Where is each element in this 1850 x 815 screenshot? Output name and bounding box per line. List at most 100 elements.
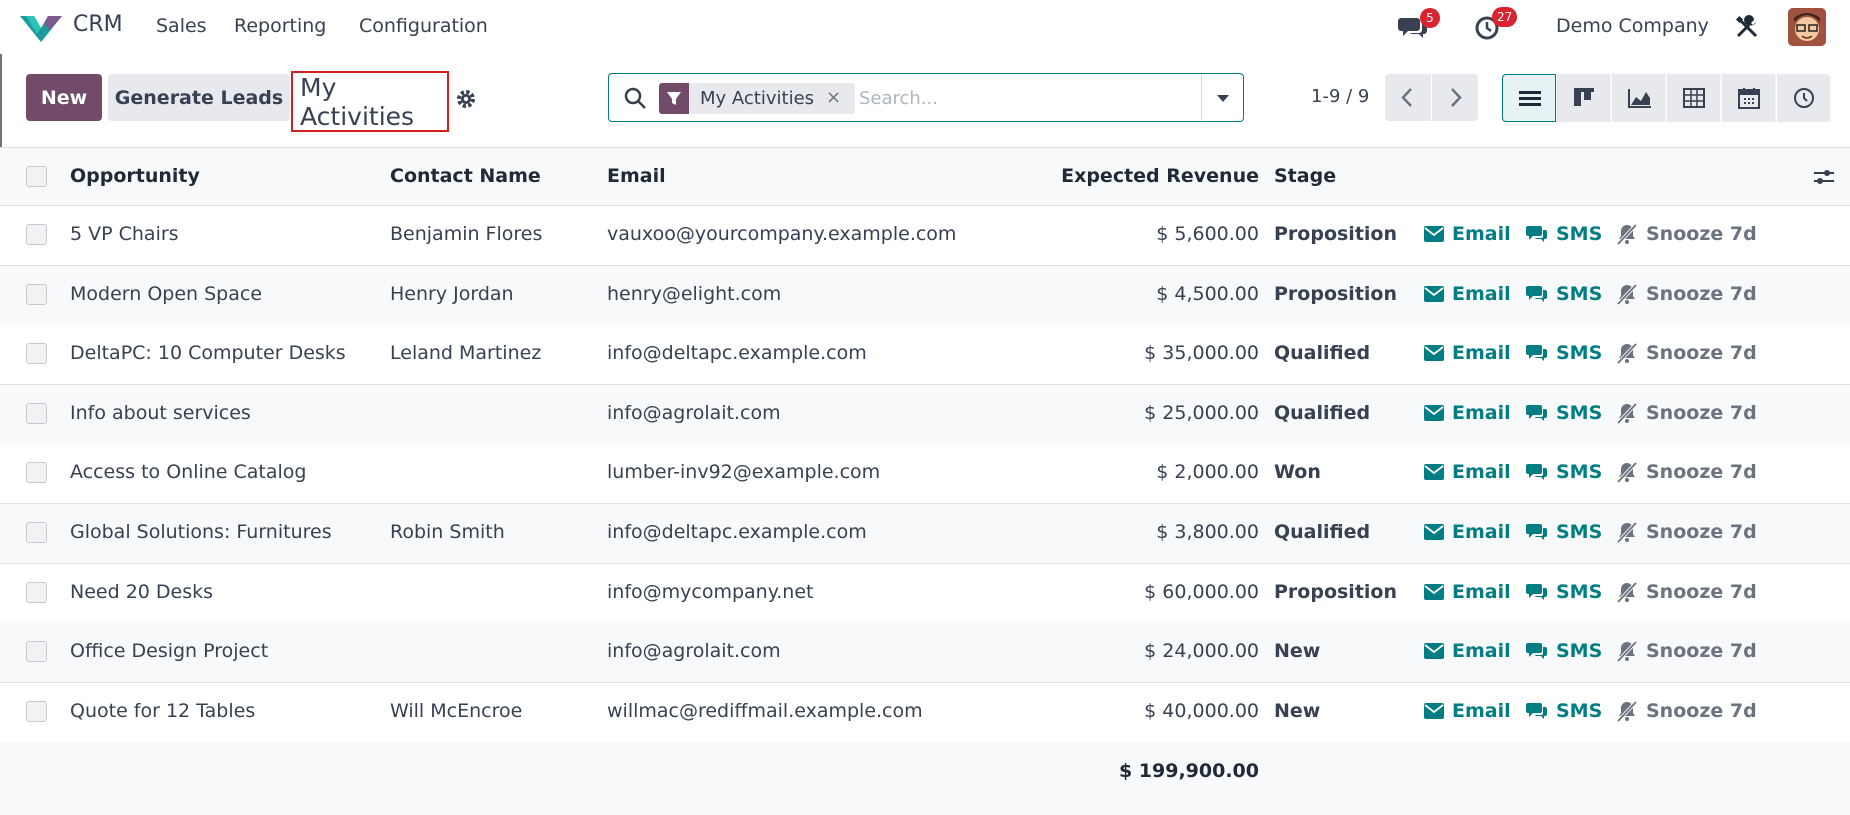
sms-action-label: SMS [1556,342,1603,365]
messages-button[interactable]: 5 [1398,8,1440,44]
email-action-button[interactable]: Email [1424,283,1511,305]
sms-action-label: SMS [1556,521,1603,543]
activities-button[interactable]: 27 [1474,7,1518,44]
sms-action-button[interactable]: SMS [1526,521,1602,543]
sms-action-button[interactable]: SMS [1526,342,1602,364]
cell-stage: Qualified [1274,401,1371,424]
view-pivot-button[interactable] [1667,74,1721,122]
row-checkbox[interactable] [26,283,47,305]
snooze-action-button[interactable]: Snooze 7d [1616,223,1757,245]
pager-next-button[interactable] [1432,74,1478,121]
view-graph-button[interactable] [1612,74,1666,122]
column-stage[interactable]: Stage [1274,165,1336,187]
row-checkbox[interactable] [26,581,47,603]
row-checkbox[interactable] [26,700,47,722]
cell-email: info@agrolait.com [607,401,781,424]
column-expected-revenue[interactable]: Expected Revenue [1059,165,1259,187]
select-all-checkbox[interactable] [26,166,47,187]
row-checkbox[interactable] [26,343,47,365]
sms-action-button[interactable]: SMS [1526,223,1602,245]
cell-email: willmac@rediffmail.example.com [607,699,923,722]
table-row[interactable]: Modern Open Space Henry Jordan henry@eligh… [0,265,1850,326]
table-row[interactable]: Office Design Project info@agrolait.com $ … [0,623,1850,684]
snooze-action-button[interactable]: Snooze 7d [1616,283,1757,305]
table-row[interactable]: 5 VP Chairs Benjamin Flores vauxoo@yourcom… [0,206,1850,266]
menu-configuration[interactable]: Configuration [359,15,488,37]
table-row[interactable]: Info about services info@agrolait.com $ 25… [0,384,1850,445]
cell-email: lumber-inv92@example.com [607,461,881,484]
menu-reporting[interactable]: Reporting [234,15,326,37]
table-row[interactable]: Need 20 Desks info@mycompany.net $ 60,000.… [0,563,1850,624]
email-action-button[interactable]: Email [1424,581,1511,603]
sms-action-button[interactable]: SMS [1526,283,1602,305]
column-contact-name[interactable]: Contact Name [390,165,541,187]
table-row[interactable]: Global Solutions: Furnitures Robin Smith i… [0,504,1850,564]
user-avatar[interactable] [1788,8,1826,46]
optional-columns-icon[interactable] [1812,165,1836,189]
table-row[interactable]: Access to Online Catalog lumber-inv92@exa… [0,444,1850,505]
tools-icon[interactable] [1735,15,1759,39]
sms-action-button[interactable]: SMS [1526,461,1602,483]
email-action-button[interactable]: Email [1424,223,1511,245]
view-calendar-button[interactable] [1722,74,1776,122]
row-checkbox[interactable] [26,402,47,424]
envelope-icon [1424,464,1444,481]
email-action-button[interactable]: Email [1424,700,1511,722]
search-bar[interactable]: My Activities × [608,73,1244,122]
sms-action-label: SMS [1556,282,1603,305]
pager-previous-button[interactable] [1385,74,1431,121]
bell-slash-icon [1616,223,1638,245]
view-activity-button[interactable] [1777,74,1831,122]
cell-stage: Proposition [1274,580,1397,603]
remove-facet-icon[interactable]: × [826,87,841,108]
email-action-label: Email [1452,699,1511,722]
search-icon[interactable] [623,86,647,110]
view-list-button[interactable] [1502,74,1556,122]
cell-opportunity: Quote for 12 Tables [70,699,256,722]
row-checkbox[interactable] [26,224,47,245]
snooze-action-button[interactable]: Snooze 7d [1616,581,1757,603]
sms-action-button[interactable]: SMS [1526,700,1602,722]
email-action-button[interactable]: Email [1424,461,1511,483]
column-opportunity[interactable]: Opportunity [70,165,200,187]
cell-contact-name: Robin Smith [390,521,505,543]
sms-action-button[interactable]: SMS [1526,640,1602,662]
search-options-toggle[interactable] [1201,74,1243,121]
table-row[interactable]: Quote for 12 Tables Will McEncroe willmac@… [0,682,1850,743]
row-checkbox[interactable] [26,522,47,543]
snooze-action-button[interactable]: Snooze 7d [1616,521,1757,543]
menu-sales[interactable]: Sales [156,15,207,37]
email-action-button[interactable]: Email [1424,640,1511,662]
view-kanban-button[interactable] [1557,74,1611,122]
sms-action-button[interactable]: SMS [1526,581,1602,603]
crm-logo-icon[interactable] [20,12,62,42]
sms-chat-icon [1526,524,1547,540]
new-button[interactable]: New [26,74,102,121]
snooze-action-button[interactable]: Snooze 7d [1616,640,1757,663]
search-facet-label: My Activities [700,88,815,109]
search-input[interactable] [859,84,1199,112]
sms-action-button[interactable]: SMS [1526,402,1602,424]
app-name[interactable]: CRM [73,12,123,37]
row-checkbox[interactable] [26,641,47,663]
pager-value[interactable]: 1-9 / 9 [1311,86,1369,107]
snooze-action-button[interactable]: Snooze 7d [1616,700,1757,722]
cell-expected-revenue: $ 35,000.00 [1144,342,1259,365]
row-checkbox[interactable] [26,462,47,484]
table-row[interactable]: DeltaPC: 10 Computer Desks Leland Martine… [0,325,1850,386]
column-email[interactable]: Email [607,165,666,187]
sms-chat-icon [1526,285,1547,302]
company-switcher[interactable]: Demo Company [1556,15,1709,37]
email-action-button[interactable]: Email [1424,342,1511,364]
generate-leads-button[interactable]: Generate Leads [108,74,290,121]
cell-email: info@agrolait.com [607,640,781,663]
gear-icon[interactable] [455,88,477,110]
cell-contact-name: Will McEncroe [390,699,523,722]
email-action-button[interactable]: Email [1424,521,1511,543]
email-action-label: Email [1452,580,1511,603]
cell-stage: Proposition [1274,282,1397,305]
snooze-action-button[interactable]: Snooze 7d [1616,342,1757,365]
email-action-button[interactable]: Email [1424,402,1511,424]
snooze-action-button[interactable]: Snooze 7d [1616,402,1757,424]
snooze-action-button[interactable]: Snooze 7d [1616,461,1757,484]
